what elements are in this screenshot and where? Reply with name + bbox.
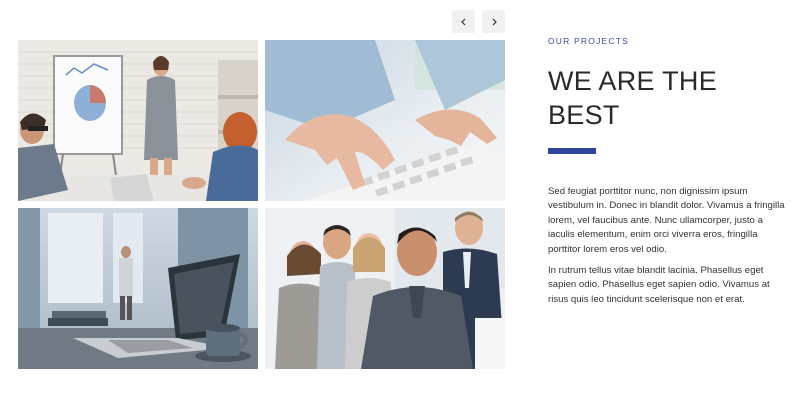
- heading-line-1: WE ARE THE: [548, 66, 718, 96]
- office-presentation-photo[interactable]: [18, 40, 258, 201]
- section-paragraph-1: Sed feugiat porttitor nunc, non dignissi…: [548, 186, 785, 255]
- carousel-prev-button[interactable]: [452, 10, 475, 33]
- laptop-office-photo[interactable]: [18, 208, 258, 369]
- section-content: OUR PROJECTS WE ARE THE BEST Sed feugiat…: [548, 36, 788, 307]
- project-gallery: [18, 40, 505, 369]
- heading-line-2: BEST: [548, 100, 620, 130]
- section-eyebrow: OUR PROJECTS: [548, 36, 629, 46]
- business-team-photo[interactable]: [265, 208, 505, 369]
- section-paragraph-2: In rutrum tellus vitae blandit lacinia. …: [548, 265, 770, 305]
- projects-section: OUR PROJECTS WE ARE THE BEST Sed feugiat…: [0, 0, 800, 400]
- carousel-next-button[interactable]: [482, 10, 505, 33]
- section-heading: WE ARE THE BEST: [548, 64, 788, 132]
- chevron-right-icon: [492, 18, 497, 25]
- typing-keyboard-photo[interactable]: [265, 40, 505, 201]
- chevron-left-icon: [460, 18, 465, 25]
- heading-accent-bar: [548, 148, 596, 154]
